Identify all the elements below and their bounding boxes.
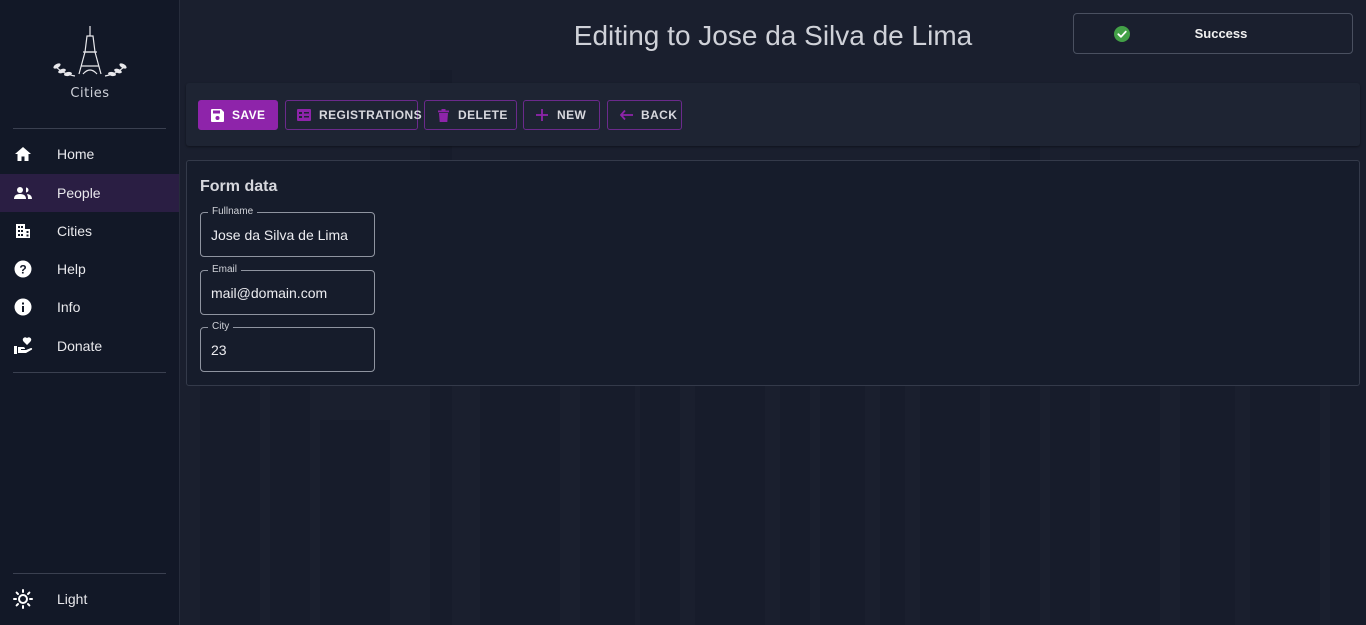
toast-message: Success [1194, 26, 1248, 41]
save-icon [210, 108, 224, 122]
new-button[interactable]: NEW [523, 100, 600, 130]
eiffel-tower-icon [53, 26, 127, 77]
plus-icon [535, 108, 549, 122]
back-label: BACK [641, 108, 678, 122]
sidebar-divider [13, 128, 166, 129]
delete-label: DELETE [458, 108, 508, 122]
fullname-input[interactable]: Jose da Silva de Lima [211, 213, 371, 256]
sidebar-item-info[interactable]: Info [0, 288, 179, 326]
sidebar: Cities Home People Cities ? Help Info Do… [0, 0, 180, 625]
registrations-button[interactable]: REGISTRATIONS [285, 100, 422, 130]
city-field[interactable]: City 23 [200, 321, 375, 372]
help-icon: ? [13, 259, 33, 279]
city-input[interactable]: 23 [211, 328, 371, 371]
home-icon [13, 144, 33, 164]
donate-icon [13, 336, 33, 356]
logo-text: Cities [70, 86, 110, 101]
sidebar-item-label: Info [57, 299, 81, 315]
action-toolbar: SAVE REGISTRATIONS DELETE NEW BACK [186, 83, 1360, 146]
sidebar-item-donate[interactable]: Donate [0, 327, 179, 365]
save-button[interactable]: SAVE [198, 100, 278, 130]
app-logo[interactable]: Cities [45, 22, 135, 104]
theme-toggle-light[interactable]: Light [0, 580, 179, 618]
sidebar-item-label: Help [57, 261, 86, 277]
save-label: SAVE [232, 108, 266, 122]
form-title: Form data [200, 178, 278, 195]
trash-icon [436, 108, 450, 122]
sidebar-divider [13, 573, 166, 574]
registrations-label: REGISTRATIONS [319, 108, 422, 122]
arrow-left-icon [619, 108, 633, 122]
info-icon [13, 297, 33, 317]
fullname-field[interactable]: Fullname Jose da Silva de Lima [200, 206, 375, 257]
new-label: NEW [557, 108, 587, 122]
sun-icon [13, 589, 33, 609]
sidebar-item-label: Home [57, 146, 95, 162]
email-field[interactable]: Email mail@domain.com [200, 264, 375, 315]
sidebar-item-cities[interactable]: Cities [0, 212, 179, 250]
sidebar-item-home[interactable]: Home [0, 135, 179, 173]
building-icon [13, 221, 33, 241]
theme-toggle-label: Light [57, 591, 88, 607]
sidebar-divider [13, 372, 166, 373]
sidebar-item-people[interactable]: People [0, 174, 179, 212]
delete-button[interactable]: DELETE [424, 100, 517, 130]
sidebar-item-help[interactable]: ? Help [0, 250, 179, 288]
sidebar-item-label: People [57, 185, 101, 201]
success-toast[interactable]: Success [1073, 13, 1353, 54]
back-button[interactable]: BACK [607, 100, 682, 130]
svg-text:?: ? [19, 263, 26, 277]
email-input[interactable]: mail@domain.com [211, 271, 371, 314]
sidebar-item-label: Cities [57, 223, 93, 239]
sidebar-item-label: Donate [57, 338, 103, 354]
form-card: Form data Fullname Jose da Silva de Lima… [186, 160, 1360, 386]
people-icon [13, 183, 33, 203]
registrations-icon [297, 108, 311, 122]
